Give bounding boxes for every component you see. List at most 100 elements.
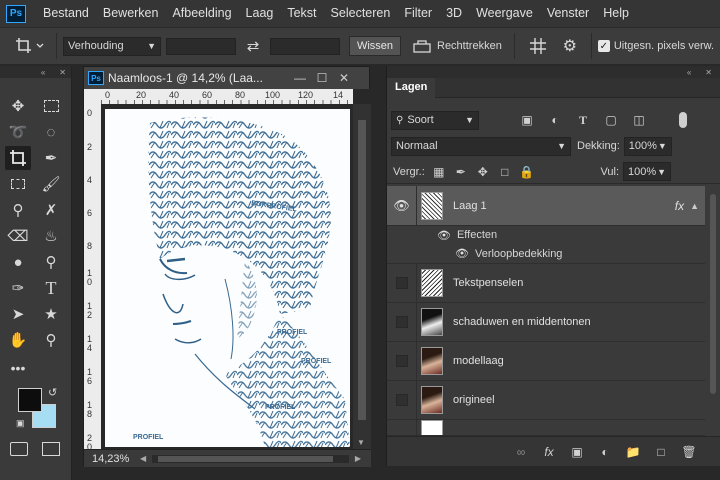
zoom-level[interactable]: 14,23% bbox=[92, 453, 140, 465]
layers-scrollbar[interactable] bbox=[708, 184, 718, 434]
effects-row[interactable]: 👁 Effecten bbox=[387, 226, 705, 244]
collapse-icon[interactable]: « bbox=[41, 68, 45, 77]
menu-tekst[interactable]: Tekst bbox=[280, 0, 323, 27]
new-layer-icon[interactable]: □ bbox=[653, 444, 669, 460]
scroll-down-icon[interactable]: ▼ bbox=[357, 438, 365, 447]
tools-panel-header[interactable]: «✕ bbox=[0, 66, 71, 78]
stamp-tool-icon[interactable]: ⚲ bbox=[5, 198, 31, 222]
type-tool-icon[interactable]: T bbox=[38, 276, 64, 300]
filter-toggle-switch[interactable] bbox=[679, 112, 687, 128]
canvas-image[interactable]: PROFIEL BOKPROFIEL PROFIEL PROFIEL PROFI… bbox=[105, 109, 350, 447]
menu-help[interactable]: Help bbox=[596, 0, 636, 27]
height-field[interactable] bbox=[270, 37, 340, 55]
clear-button[interactable]: Wissen bbox=[349, 36, 401, 56]
pen-tool-icon[interactable]: ✑ bbox=[5, 276, 31, 300]
layer-row[interactable]: schaduwen en middentonen bbox=[387, 303, 705, 342]
ratio-select[interactable]: Verhouding ▼ bbox=[63, 36, 161, 56]
filter-shape-icon[interactable]: ▢ bbox=[603, 112, 619, 128]
visibility-toggle[interactable]: 👁 bbox=[387, 186, 417, 225]
layer-name[interactable]: schaduwen en middentonen bbox=[453, 316, 591, 328]
fx-icon[interactable]: fx bbox=[541, 444, 557, 460]
layer-row[interactable]: modellaag bbox=[387, 342, 705, 381]
menu-laag[interactable]: Laag bbox=[239, 0, 281, 27]
paint-bucket-tool-icon[interactable]: ♨ bbox=[38, 224, 64, 248]
document-tab[interactable]: Ps Naamloos-1 @ 14,2% (Laa... — ☐ ✕ bbox=[84, 67, 369, 89]
close-icon[interactable]: ✕ bbox=[59, 68, 66, 77]
zoom-tool-icon[interactable]: ⚲ bbox=[38, 328, 64, 352]
layer-name[interactable]: modellaag bbox=[453, 355, 504, 367]
layer-row-partial[interactable] bbox=[387, 420, 705, 436]
menu-bewerken[interactable]: Bewerken bbox=[96, 0, 166, 27]
path-select-tool-icon[interactable]: ➤ bbox=[5, 302, 31, 326]
close-icon[interactable]: ✕ bbox=[333, 71, 355, 85]
swap-colors-icon[interactable]: ↺ bbox=[48, 386, 57, 399]
healing-tool-icon[interactable] bbox=[5, 172, 31, 196]
layer-row[interactable]: 👁 Laag 1 fx ▲ bbox=[387, 186, 705, 226]
scrollbar-thumb[interactable] bbox=[710, 194, 716, 394]
straighten-icon[interactable] bbox=[407, 39, 437, 53]
gear-icon[interactable]: ⚙ bbox=[555, 36, 585, 56]
eye-icon[interactable]: 👁 bbox=[437, 229, 451, 242]
history-brush-tool-icon[interactable]: ✗ bbox=[38, 198, 64, 222]
move-tool-icon[interactable]: ✥ bbox=[5, 94, 31, 118]
blend-mode-select[interactable]: Normaal ▼ bbox=[391, 136, 571, 156]
eye-icon[interactable]: 👁 bbox=[455, 247, 469, 260]
filter-adjustment-icon[interactable]: ◐ bbox=[547, 112, 563, 128]
opacity-field[interactable]: 100% ▼ bbox=[623, 136, 672, 156]
layer-row[interactable]: Tekstpenselen bbox=[387, 264, 705, 303]
lock-position-icon[interactable]: ✥ bbox=[475, 164, 491, 180]
lock-transparent-icon[interactable]: ▦ bbox=[431, 164, 447, 180]
layer-filter-select[interactable]: ⚲ Soort ▼ bbox=[391, 110, 479, 130]
visibility-toggle[interactable] bbox=[387, 381, 417, 419]
adjustment-layer-icon[interactable]: ◐ bbox=[597, 444, 613, 460]
fill-field[interactable]: 100% ▼ bbox=[623, 162, 671, 181]
menu-bestand[interactable]: Bestand bbox=[36, 0, 96, 27]
eyedropper-tool-icon[interactable]: ✒ bbox=[38, 146, 64, 170]
close-icon[interactable]: ✕ bbox=[705, 68, 712, 77]
layer-name[interactable]: Laag 1 bbox=[453, 200, 487, 212]
fx-icon[interactable]: fx bbox=[675, 199, 684, 213]
filter-smart-object-icon[interactable]: ◫ bbox=[631, 112, 647, 128]
edit-toolbar-icon[interactable]: ••• bbox=[5, 356, 31, 380]
collapse-icon[interactable]: « bbox=[687, 68, 691, 77]
quick-select-tool-icon[interactable]: ◌ bbox=[38, 120, 64, 144]
link-layers-icon[interactable]: ∞ bbox=[513, 444, 529, 460]
menu-filter[interactable]: Filter bbox=[397, 0, 439, 27]
visibility-toggle[interactable] bbox=[387, 264, 417, 302]
brush-tool-icon[interactable]: 🖌 bbox=[38, 172, 64, 196]
quick-mask-icon[interactable] bbox=[10, 442, 28, 456]
visibility-toggle[interactable] bbox=[387, 303, 417, 341]
group-folder-icon[interactable]: 📁 bbox=[625, 444, 641, 460]
trash-icon[interactable]: 🗑 bbox=[681, 444, 697, 460]
maximize-icon[interactable]: ☐ bbox=[311, 71, 333, 85]
eraser-tool-icon[interactable]: ⌫ bbox=[5, 224, 31, 248]
visibility-toggle[interactable] bbox=[387, 342, 417, 380]
effect-item-row[interactable]: 👁 Verloopbedekking bbox=[387, 244, 705, 264]
layer-name[interactable]: Tekstpenselen bbox=[453, 277, 523, 289]
grid-overlay-icon[interactable] bbox=[521, 37, 555, 55]
menu-afbeelding[interactable]: Afbeelding bbox=[165, 0, 238, 27]
crop-tool-icon[interactable] bbox=[5, 146, 31, 170]
tab-lagen[interactable]: Lagen bbox=[387, 77, 436, 98]
visibility-toggle[interactable] bbox=[387, 420, 417, 435]
vertical-scrollbar[interactable]: ▼ bbox=[353, 104, 371, 449]
marquee-tool-icon[interactable] bbox=[38, 94, 64, 118]
straighten-label[interactable]: Rechttrekken bbox=[437, 40, 502, 52]
menu-selecteren[interactable]: Selecteren bbox=[324, 0, 398, 27]
lock-artboard-icon[interactable]: □ bbox=[497, 164, 513, 180]
scroll-left-icon[interactable]: ◀ bbox=[140, 454, 146, 463]
lasso-tool-icon[interactable]: ➰ bbox=[5, 120, 31, 144]
layer-name[interactable]: origineel bbox=[453, 394, 495, 406]
scrollbar-thumb[interactable] bbox=[158, 455, 334, 462]
minimize-icon[interactable]: — bbox=[289, 71, 311, 85]
horizontal-scrollbar[interactable] bbox=[152, 454, 349, 463]
screen-mode-icon[interactable] bbox=[42, 442, 60, 456]
scrollbar-thumb[interactable] bbox=[358, 120, 366, 420]
hand-tool-icon[interactable]: ✋ bbox=[5, 328, 31, 352]
lock-all-icon[interactable]: 🔒 bbox=[519, 164, 535, 180]
layers-panel-header[interactable]: «✕ bbox=[387, 66, 720, 78]
scroll-right-icon[interactable]: ▶ bbox=[355, 454, 361, 463]
add-mask-icon[interactable]: ▣ bbox=[569, 444, 585, 460]
menu-weergave[interactable]: Weergave bbox=[469, 0, 540, 27]
filter-pixel-icon[interactable]: ▣ bbox=[519, 112, 535, 128]
